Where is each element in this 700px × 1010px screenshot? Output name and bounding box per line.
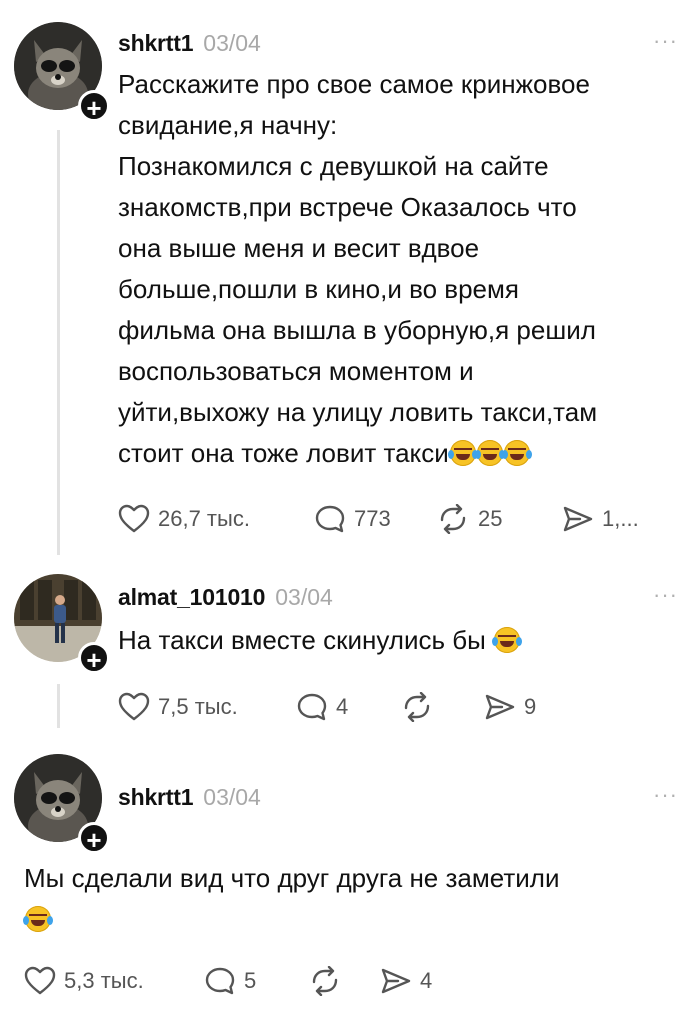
text-line: Познакомился с девушкой на сайте [118, 151, 549, 181]
share-count: 1,... [602, 506, 639, 531]
share-button[interactable]: 9 [484, 692, 536, 722]
comment-count: 4 [336, 694, 349, 719]
follow-plus-icon[interactable]: + [78, 822, 110, 855]
text-line: свидание,я начну: [118, 110, 338, 140]
text-line: стоит она тоже ловит такси [118, 438, 449, 468]
text-line: она выше меня и весит вдвое [118, 233, 480, 263]
like-count: 7,5 тыс. [158, 694, 238, 719]
like-count: 5,3 тыс. [64, 968, 144, 993]
like-button[interactable]: 5,3 тыс. [24, 966, 204, 996]
comment-count: 773 [354, 506, 391, 531]
text-line: Расскажите про свое самое кринжовое [118, 69, 590, 99]
send-icon [381, 968, 411, 994]
repost-button[interactable] [400, 692, 484, 722]
username[interactable]: shkrtt1 [118, 784, 193, 811]
repost-button[interactable]: 25 [436, 504, 562, 534]
text-line: больше,пошли в кино,и во время [118, 274, 519, 304]
thread-line [57, 130, 60, 555]
share-count: 4 [420, 968, 433, 993]
post-text: Мы сделали вид что друг друга не заметил… [23, 858, 674, 940]
comment-bubble-icon [315, 505, 345, 533]
rolling-laughing-emoji [447, 440, 478, 466]
rolling-laughing-emoji [474, 440, 505, 466]
comment-button[interactable]: 773 [314, 504, 436, 534]
avatar-wrap[interactable]: + [14, 574, 110, 675]
repost-icon [440, 504, 466, 534]
comment-bubble-icon [205, 967, 235, 995]
follow-plus-icon[interactable]: + [78, 90, 110, 123]
post-date: 03/04 [275, 584, 333, 610]
emoji-line [23, 899, 674, 940]
share-button[interactable]: 4 [380, 966, 432, 996]
comment-bubble-icon [297, 693, 327, 721]
post-actions: 7,5 тыс. 4 9 [118, 692, 536, 722]
more-options-icon[interactable]: ··· [653, 28, 678, 54]
comment-button[interactable]: 4 [296, 692, 400, 722]
post-1: + shkrtt1 03/04 ··· Расскажите про свое … [0, 0, 700, 560]
more-options-icon[interactable]: ··· [653, 582, 678, 608]
thread-line [57, 684, 60, 728]
text-line: фильма она вышла в уборную,я решил [118, 315, 596, 345]
post-text: На такси вместе скинулись бы [118, 620, 683, 661]
avatar-wrap[interactable]: + [14, 754, 110, 855]
repost-button[interactable] [308, 966, 380, 996]
text-line: воспользоваться моментом и [118, 356, 474, 386]
share-button[interactable]: 1,... [562, 504, 639, 534]
rolling-laughing-emoji [492, 627, 523, 653]
heart-icon [118, 692, 150, 721]
text-line-with-emoji: стоит она тоже ловит такси [118, 433, 683, 474]
heart-icon [118, 504, 150, 533]
share-count: 9 [524, 694, 537, 719]
post-date: 03/04 [203, 784, 261, 810]
repost-count: 25 [478, 506, 503, 531]
like-count: 26,7 тыс. [158, 506, 250, 531]
post-header: shkrtt1 03/04 [118, 784, 261, 811]
rolling-laughing-emoji [501, 440, 532, 466]
post-actions: 26,7 тыс. 773 25 1,... [118, 504, 639, 534]
more-options-icon[interactable]: ··· [653, 782, 678, 808]
avatar-wrap[interactable]: + [14, 22, 110, 123]
username[interactable]: almat_101010 [118, 584, 265, 611]
post-header: shkrtt1 03/04 [118, 30, 261, 57]
rolling-laughing-emoji [23, 906, 53, 932]
heart-icon [24, 966, 56, 995]
post-header: almat_101010 03/04 [118, 584, 333, 611]
repost-icon [312, 966, 338, 996]
like-button[interactable]: 26,7 тыс. [118, 504, 314, 534]
post-text: Расскажите про свое самое кринжовое свида… [118, 64, 683, 474]
follow-plus-icon[interactable]: + [78, 642, 110, 675]
text-line: На такси вместе скинулись бы [118, 625, 486, 655]
text-line: Мы сделали вид что друг друга не заметил… [24, 863, 560, 893]
comment-button[interactable]: 5 [204, 966, 308, 996]
send-icon [485, 694, 515, 720]
comment-count: 5 [244, 968, 257, 993]
repost-icon [404, 692, 430, 722]
like-button[interactable]: 7,5 тыс. [118, 692, 296, 722]
username[interactable]: shkrtt1 [118, 30, 193, 57]
post-2: + almat_101010 03/04 ··· На такси вместе… [0, 560, 700, 740]
post-actions: 5,3 тыс. 5 4 [24, 966, 432, 996]
text-line: уйти,выхожу на улицу ловить такси,там [118, 397, 598, 427]
post-date: 03/04 [203, 30, 261, 56]
post-3: + shkrtt1 03/04 ··· Мы сделали вид что д… [0, 740, 700, 1010]
send-icon [563, 506, 593, 532]
text-line: знакомств,при встрече Оказалось что [118, 192, 577, 222]
